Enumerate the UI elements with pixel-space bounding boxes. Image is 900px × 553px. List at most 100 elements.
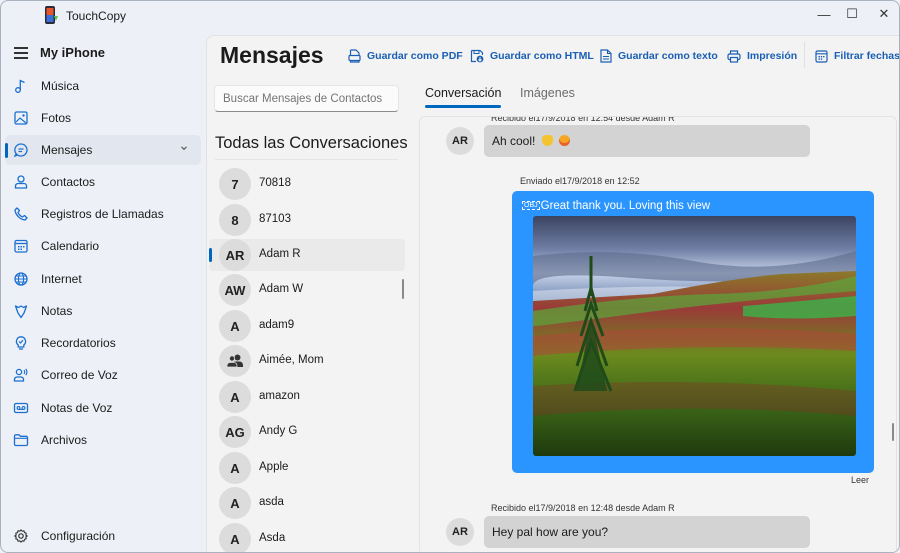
group-avatar [219, 345, 251, 377]
sidebar: My iPhone Música Fotos Mensajes Contacto… [1, 31, 206, 552]
hamburger-menu-icon[interactable] [14, 47, 28, 59]
sidebar-item-mensajes[interactable]: Mensajes [5, 135, 201, 165]
sidebar-item-notas-de-voz[interactable]: Notas de Voz [5, 393, 201, 423]
title-bar: TouchCopy — ☐ ✕ [1, 1, 899, 31]
avatar: A [219, 310, 251, 342]
save-text-label: Guardar como texto [618, 50, 718, 62]
sidebar-item-calendario[interactable]: Calendario [5, 231, 201, 261]
sidebar-item-label: Mensajes [41, 143, 93, 157]
contact-name: 70818 [259, 177, 291, 189]
tab-imagenes[interactable]: Imágenes [520, 86, 575, 100]
received-message-bubble[interactable]: Hey pal how are you? [484, 516, 810, 548]
message-text: OBJ Great thank you. Loving this view [522, 200, 710, 212]
save-pdf-button[interactable]: Guardar como PDF [348, 46, 463, 66]
avatar: A [219, 452, 251, 484]
contact-item[interactable]: 8 87103 [209, 204, 405, 236]
sidebar-item-configuracion[interactable]: Configuración [5, 521, 201, 551]
contact-name: Apple [259, 461, 289, 473]
sidebar-item-contactos[interactable]: Contactos [5, 167, 201, 197]
avatar: A [219, 523, 251, 552]
selected-indicator [209, 248, 212, 262]
sidebar-item-label: Contactos [41, 175, 96, 189]
filter-dates-button[interactable]: Filtrar fechas [815, 46, 900, 66]
chevron-down-icon[interactable] [179, 143, 189, 153]
print-button[interactable]: Impresión [727, 46, 797, 66]
app-window: TouchCopy — ☐ ✕ My iPhone Música Fotos M… [0, 0, 900, 553]
sidebar-item-musica[interactable]: Música [5, 71, 201, 101]
save-html-button[interactable]: Guardar como HTML [470, 46, 594, 66]
sidebar-item-label: Calendario [41, 239, 100, 253]
text-file-icon [600, 49, 612, 63]
contact-item[interactable]: A Asda [209, 523, 405, 552]
toolbar-separator [804, 42, 805, 68]
received-message-bubble[interactable]: Ah cool! [484, 125, 810, 157]
sidebar-item-label: Notas de Voz [41, 401, 113, 415]
sidebar-item-correo-de-voz[interactable]: Correo de Voz [5, 360, 201, 390]
avatar: A [219, 381, 251, 413]
save-text-button[interactable]: Guardar como texto [600, 46, 718, 66]
close-button[interactable]: ✕ [869, 1, 899, 27]
message-icon [13, 143, 28, 158]
message-meta: Recibido el17/9/2018 en 12:48 desde Adam… [491, 503, 675, 513]
contact-name: asda [259, 496, 284, 508]
message-meta: Recibido el17/9/2018 en 12:54 desde Adam… [491, 116, 675, 123]
sidebar-item-archivos[interactable]: Archivos [5, 425, 201, 455]
sidebar-item-recordatorios[interactable]: Recordatorios [5, 328, 201, 358]
main-content: Mensajes Guardar como PDF Guardar como H… [206, 35, 900, 552]
tab-conversacion[interactable]: Conversación [425, 86, 501, 100]
minimize-button[interactable]: — [809, 1, 839, 27]
printer-icon [727, 49, 741, 63]
music-icon [15, 79, 25, 93]
voicemail-icon [13, 368, 28, 382]
contact-item[interactable]: A adam9 [209, 310, 405, 342]
sent-message-bubble[interactable]: OBJ Great thank you. Loving this view [512, 191, 874, 473]
reminder-icon [15, 336, 27, 350]
maximize-button[interactable]: ☐ [837, 1, 867, 27]
contact-list-scrollbar[interactable] [402, 279, 404, 299]
notes-icon [14, 305, 28, 319]
sidebar-item-label: Internet [41, 272, 82, 286]
avatar: AW [219, 274, 251, 306]
flushed-face-emoji-icon [559, 135, 571, 146]
message-text: Ah cool! [492, 134, 536, 148]
contact-item[interactable]: A amazon [209, 381, 405, 413]
ok-hand-emoji-icon [541, 135, 553, 146]
contact-item[interactable]: A asda [209, 487, 405, 519]
message-text-content: Great thank you. Loving this view [540, 200, 711, 212]
avatar: A [219, 487, 251, 519]
message-avatar: AR [446, 518, 474, 546]
sidebar-item-label: Archivos [41, 433, 88, 447]
conversation-panel: Recibido el17/9/2018 en 12:54 desde Adam… [419, 116, 897, 552]
landscape-photo-attachment[interactable] [533, 216, 856, 456]
sidebar-item-label: Registros de Llamadas [41, 207, 164, 221]
phone-icon [14, 207, 28, 221]
sidebar-item-label: Correo de Voz [41, 368, 118, 382]
conversation-scrollbar[interactable] [892, 423, 894, 441]
contact-item-selected[interactable]: AR Adam R [209, 239, 405, 271]
contact-name: Andy G [259, 425, 298, 437]
page-title: Mensajes [220, 42, 324, 68]
pdf-icon [348, 49, 361, 63]
voice-memo-icon [13, 402, 29, 414]
sidebar-item-label: Música [41, 79, 80, 93]
app-title: TouchCopy [66, 9, 127, 23]
message-meta: Enviado el17/9/2018 en 12:52 [520, 176, 640, 186]
gear-icon [14, 529, 28, 543]
contact-item[interactable]: AW Adam W [209, 274, 405, 306]
sidebar-item-registros-de-llamadas[interactable]: Registros de Llamadas [5, 199, 201, 229]
sidebar-item-notas[interactable]: Notas [5, 296, 201, 326]
contact-item[interactable]: A Apple [209, 452, 405, 484]
message-status: Leer [851, 475, 870, 485]
contact-item[interactable]: Aimée, Mom [209, 345, 405, 377]
sidebar-item-fotos[interactable]: Fotos [5, 103, 201, 133]
avatar: 8 [219, 204, 251, 236]
contact-item[interactable]: AG Andy G [209, 416, 405, 448]
message-text: Hey pal how are you? [492, 525, 609, 539]
contact-item[interactable]: 7 70818 [209, 168, 405, 200]
search-contacts-input[interactable] [214, 85, 399, 112]
sidebar-item-internet[interactable]: Internet [5, 264, 201, 294]
group-icon [226, 354, 243, 368]
avatar: 7 [219, 168, 251, 200]
filter-dates-label: Filtrar fechas [834, 50, 900, 62]
settings-label: Configuración [41, 529, 116, 543]
